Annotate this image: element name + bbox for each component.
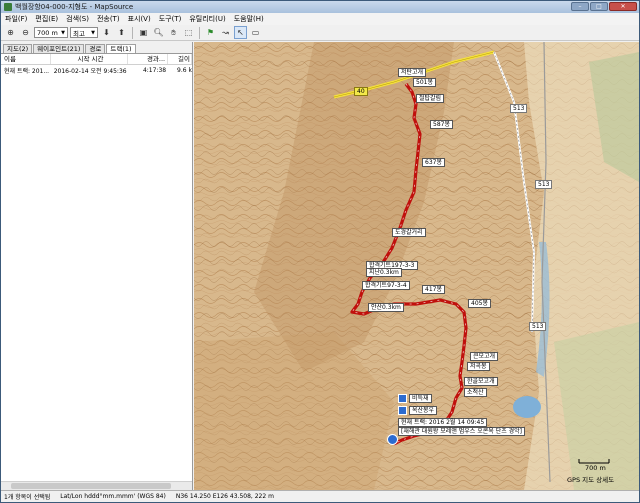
menu-view[interactable]: 표시(V): [124, 14, 155, 24]
menu-file[interactable]: 파일(F): [1, 14, 31, 24]
waypoint-label[interactable]: 637봉: [422, 158, 445, 167]
cursor-coordinates: N36 14.250 E126 43.508, 222 m: [175, 493, 274, 500]
tab-waypoints[interactable]: 웨이포인트(21): [33, 44, 85, 53]
tab-routes[interactable]: 경로: [85, 44, 106, 53]
app-icon: [4, 3, 12, 11]
waypoint-label[interactable]: 소적산: [464, 388, 487, 397]
waypoint-label[interactable]: 405봉: [468, 299, 491, 308]
waypoint-label[interactable]: 도경갈거리: [392, 228, 426, 237]
waypoint-icon[interactable]: [398, 406, 407, 415]
chevron-down-icon: ▼: [61, 29, 65, 36]
zoom-scale-select[interactable]: 700 m ▼: [34, 27, 68, 38]
toolbar-separator: [132, 26, 133, 39]
track-point-icon[interactable]: [387, 434, 398, 445]
track-tooltip: 현재 트랙: 2016 2월 14 09:45: [398, 418, 488, 427]
menu-transfer[interactable]: 전송(T): [93, 14, 124, 24]
waypoint-label[interactable]: 큰모고개: [470, 352, 499, 361]
col-start-time[interactable]: 시작 시간: [51, 54, 129, 64]
scale-label: 700 m: [585, 464, 606, 472]
title-bar: 백월장항04-000-지형도 - MapSource – □ ✕: [1, 1, 639, 13]
road-number-label: 513: [535, 180, 553, 189]
tab-tracks[interactable]: 트랙(1): [106, 44, 136, 53]
data-tabs: 지도(2) 웨이포인트(21) 경로 트랙(1): [1, 42, 192, 54]
zoom-out-icon[interactable]: ⊖: [19, 26, 32, 39]
toolbar: ⊕ ⊖ 700 m ▼ 최고 ▼ ⬇ ⬆ ▣ 🔍︎ ✋︎ ⬚ ⚑ ↝ ↖ ▭: [1, 25, 639, 41]
waypoint-label[interactable]: 한골모고개: [464, 377, 498, 386]
waypoint-flag-icon[interactable]: ⚑: [204, 26, 217, 39]
pointer-tool-icon[interactable]: ↖: [234, 26, 247, 39]
road-number-label: 40: [354, 87, 368, 96]
pan-hand-icon[interactable]: ✋︎: [167, 26, 180, 39]
zoom-scale-value: 700 m: [37, 28, 58, 37]
selection-tool-icon[interactable]: ⬚: [182, 26, 195, 39]
table-row[interactable]: 현재 트랙: 201... 2016-02-14 오전 9:45:36 4:17…: [1, 65, 192, 75]
menu-search[interactable]: 검색(S): [62, 14, 93, 24]
measure-tool-icon[interactable]: ▭: [249, 26, 262, 39]
map-view[interactable]: 40 513 513 513 저탄고개 501봉 철탑갈림 587봉 637봉 …: [194, 42, 639, 490]
waypoint-label[interactable]: 저곡봉: [467, 362, 490, 371]
table-header: 이름 시작 시간 경과... 길이: [1, 54, 192, 65]
device-receive-icon[interactable]: ⬇: [100, 26, 113, 39]
zoom-tool-icon[interactable]: 🔍︎: [152, 26, 165, 39]
map-credit: GPS 지도 상세도: [567, 476, 615, 484]
col-elapsed[interactable]: 경과...: [128, 54, 169, 64]
waypoint-label[interactable]: 지난0.3km: [366, 268, 402, 277]
track-name: 현재 트랙: 201...: [4, 67, 50, 75]
status-bar: 1개 항목이 선택됨 Lat/Lon hddd°mm.mmm' (WGS 84)…: [1, 490, 639, 502]
route-tool-icon[interactable]: ↝: [219, 26, 232, 39]
device-send-icon[interactable]: ⬆: [115, 26, 128, 39]
maximize-button[interactable]: □: [590, 2, 608, 11]
app-window: 백월장항04-000-지형도 - MapSource – □ ✕ 파일(F) 편…: [0, 0, 640, 503]
waypoint-label[interactable]: 417봉: [422, 285, 445, 294]
toolbar-separator: [199, 26, 200, 39]
waypoint-label[interactable]: 철탑갈림: [416, 94, 445, 103]
coordinate-format: Lat/Lon hddd°mm.mmm' (WGS 84): [60, 493, 166, 500]
track-start-time: 2016-02-14 오전 9:45:36: [53, 67, 127, 75]
menu-help[interactable]: 도움말(H): [230, 14, 268, 24]
waypoint-label[interactable]: 옥산봉우: [409, 406, 438, 415]
col-length[interactable]: 길이: [168, 54, 192, 64]
tab-maps[interactable]: 지도(2): [3, 44, 33, 53]
waypoint-label[interactable]: 합격기트97-3-4: [362, 281, 410, 290]
waypoint-label[interactable]: 587봉: [430, 120, 453, 129]
detail-select[interactable]: 최고 ▼: [70, 27, 98, 38]
scrollbar-thumb[interactable]: [11, 483, 171, 489]
map-tool-icon[interactable]: ▣: [137, 26, 150, 39]
waypoint-label[interactable]: 501봉: [413, 78, 436, 87]
menu-tools[interactable]: 도구(T): [155, 14, 186, 24]
horizontal-scrollbar[interactable]: [1, 481, 192, 490]
track-elapsed: 4:17:38: [142, 66, 167, 74]
waypoint-label[interactable]: 저탄고개: [398, 68, 427, 77]
chevron-down-icon: ▼: [91, 29, 95, 36]
detail-value: 최고: [73, 29, 85, 38]
selection-status: 1개 항목이 선택됨: [4, 494, 51, 501]
waypoint-label[interactable]: 비득재: [409, 394, 432, 403]
zoom-in-icon[interactable]: ⊕: [4, 26, 17, 39]
minimize-button[interactable]: –: [571, 2, 589, 11]
menu-bar: 파일(F) 편집(E) 검색(S) 전송(T) 표시(V) 도구(T) 유틸리티…: [1, 13, 639, 25]
col-name[interactable]: 이름: [1, 54, 51, 64]
menu-edit[interactable]: 편집(E): [31, 14, 62, 24]
waypoint-icon[interactable]: [398, 394, 407, 403]
window-title: 백월장항04-000-지형도 - MapSource: [15, 3, 134, 11]
track-length: 9.6 k: [177, 66, 192, 74]
track-tooltip-detail: [재해관 대원왕 모레앤 멈우스 오콘옥 단츠 경악]: [398, 427, 526, 436]
close-button[interactable]: ✕: [609, 2, 637, 11]
menu-utilities[interactable]: 유틸리티(U): [185, 14, 229, 24]
road-number-label: 513: [510, 104, 528, 113]
data-panel: 지도(2) 웨이포인트(21) 경로 트랙(1) 이름 시작 시간 경과... …: [1, 42, 193, 490]
road-number-label: 513: [529, 322, 547, 331]
waypoint-label[interactable]: 안산0.3km: [368, 303, 404, 312]
